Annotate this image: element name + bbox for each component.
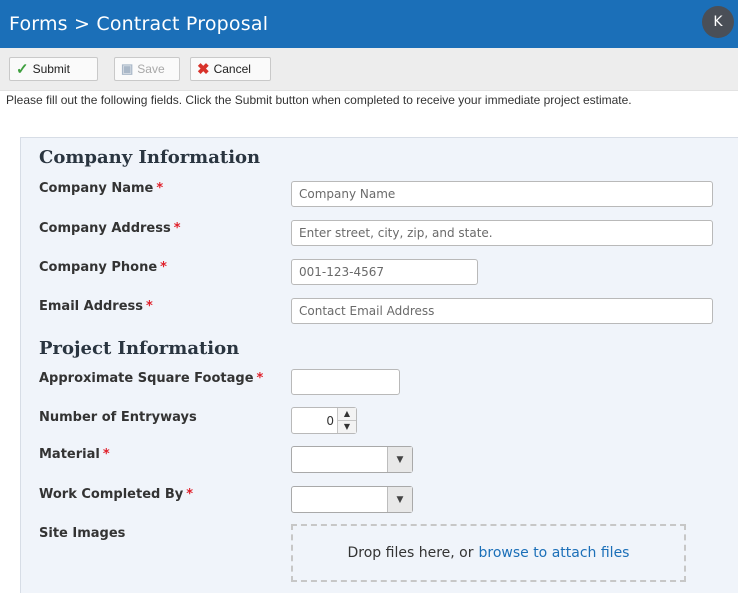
required-marker: * — [160, 260, 167, 275]
chevron-down-icon: ▼ — [396, 494, 404, 505]
label-material: Material * — [39, 447, 110, 462]
section-title-project: Project Information — [39, 338, 240, 359]
avatar-initial: K — [713, 14, 723, 30]
label-text: Company Address — [39, 221, 171, 236]
section-title-company: Company Information — [39, 147, 261, 168]
entryways-value: 0 — [326, 414, 334, 428]
square-footage-input[interactable] — [291, 369, 400, 395]
save-icon: ▣ — [121, 61, 134, 76]
company-phone-input[interactable] — [291, 259, 478, 285]
label-text: Material — [39, 447, 100, 462]
label-email-address: Email Address * — [39, 299, 153, 314]
required-marker: * — [102, 447, 110, 462]
required-marker: * — [156, 181, 164, 196]
label-text: Number of Entryways — [39, 410, 197, 425]
x-icon: ✖ — [197, 61, 210, 78]
label-square-footage: Approximate Square Footage * — [39, 371, 263, 386]
check-icon: ✓ — [16, 61, 29, 78]
label-text: Approximate Square Footage — [39, 371, 254, 386]
label-company-address: Company Address * — [39, 221, 181, 236]
file-dropzone[interactable]: Drop files here, or browse to attach fil… — [291, 524, 686, 582]
label-work-completed-by: Work Completed By * — [39, 487, 193, 502]
email-address-input[interactable] — [291, 298, 713, 324]
page-title: Forms > Contract Proposal — [9, 13, 269, 35]
increment-button[interactable]: ▲ — [338, 408, 356, 421]
app-header: Forms > Contract Proposal K — [0, 0, 738, 48]
material-dropdown-button[interactable]: ▼ — [387, 447, 412, 472]
label-text: Work Completed By — [39, 487, 184, 502]
user-avatar[interactable]: K — [702, 6, 734, 38]
work-completed-dropdown-button[interactable]: ▼ — [387, 487, 412, 512]
label-text: Company Phone — [39, 260, 158, 275]
save-button[interactable]: ▣ Save — [114, 57, 180, 81]
label-company-phone: Company Phone * — [39, 260, 167, 275]
toolbar: ✓ Submit ▣ Save ✖ Cancel — [0, 48, 738, 91]
label-site-images: Site Images — [39, 526, 125, 541]
required-marker: * — [173, 221, 181, 236]
submit-label: Submit — [32, 62, 70, 76]
cancel-button[interactable]: ✖ Cancel — [190, 57, 271, 81]
company-address-input[interactable] — [291, 220, 713, 246]
label-entryways: Number of Entryways — [39, 410, 197, 425]
form-instructions: Please fill out the following fields. Cl… — [6, 93, 632, 107]
label-company-name: Company Name * — [39, 181, 163, 196]
label-text: Site Images — [39, 526, 126, 541]
browse-files-link[interactable]: browse to attach files — [478, 545, 629, 561]
label-text: Company Name — [39, 181, 154, 196]
stepper-arrows: ▲ ▼ — [337, 408, 356, 433]
dropzone-text: Drop files here, or — [347, 545, 474, 561]
required-marker: * — [186, 487, 194, 502]
decrement-button[interactable]: ▼ — [338, 421, 356, 433]
label-text: Email Address — [39, 299, 144, 314]
cancel-label: Cancel — [213, 62, 251, 76]
save-label: Save — [137, 62, 165, 76]
required-marker: * — [256, 371, 264, 386]
entryways-stepper[interactable]: 0 ▲ ▼ — [291, 407, 357, 434]
required-marker: * — [146, 299, 153, 314]
material-select[interactable]: ▼ — [291, 446, 413, 473]
caret-down-icon: ▼ — [343, 422, 351, 431]
work-completed-by-select[interactable]: ▼ — [291, 486, 413, 513]
caret-up-icon: ▲ — [343, 409, 351, 418]
company-name-input[interactable] — [291, 181, 713, 207]
chevron-down-icon: ▼ — [396, 454, 404, 465]
submit-button[interactable]: ✓ Submit — [9, 57, 98, 81]
